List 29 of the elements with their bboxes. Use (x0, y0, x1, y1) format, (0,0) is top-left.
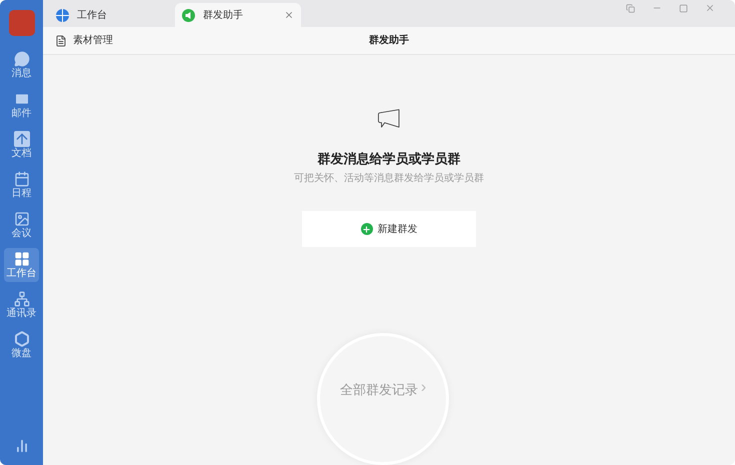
sidebar-item[interactable]: 会议 (4, 208, 39, 242)
sidebar-item[interactable]: 工作台 (4, 248, 39, 282)
tab[interactable]: 群发助手 (175, 3, 301, 27)
app-logo-icon[interactable] (14, 439, 28, 453)
close-tab-icon[interactable] (284, 10, 294, 20)
sidebar-item[interactable]: 消息 (4, 48, 39, 82)
workbench-icon (56, 8, 69, 22)
restore-window-icon[interactable] (626, 4, 635, 12)
sidebar-item[interactable]: 邮件 (4, 88, 39, 122)
chat-bubble-icon (14, 51, 30, 67)
plus-icon (360, 223, 372, 236)
avatar-photo-placeholder[interactable] (8, 10, 34, 36)
page-title: 群发助手 (369, 34, 409, 48)
maximize-icon[interactable] (679, 4, 688, 12)
new-broadcast-card[interactable]: 新建群发 (302, 211, 476, 247)
sidebar-item[interactable]: 日程 (4, 168, 39, 202)
sidebar-item[interactable]: 微盘 (4, 328, 39, 362)
close-icon[interactable] (705, 3, 715, 13)
materials-button[interactable]: 素材管理 (55, 33, 113, 48)
sidebar-item[interactable]: 文档 (4, 128, 39, 162)
sidebar-item[interactable]: 通讯录 (4, 288, 39, 322)
org-chart-icon (14, 291, 30, 307)
empty-state-title: 群发消息给学员或学员群 (318, 150, 460, 168)
megaphone-icon (182, 8, 195, 22)
empty-state-subtitle: 可把关怀、活动等消息群发给学员或学员群 (294, 172, 484, 186)
calendar-icon (14, 171, 30, 187)
chevron-right: › (420, 380, 426, 398)
meeting-icon (14, 211, 30, 227)
grid-icon (14, 251, 30, 267)
